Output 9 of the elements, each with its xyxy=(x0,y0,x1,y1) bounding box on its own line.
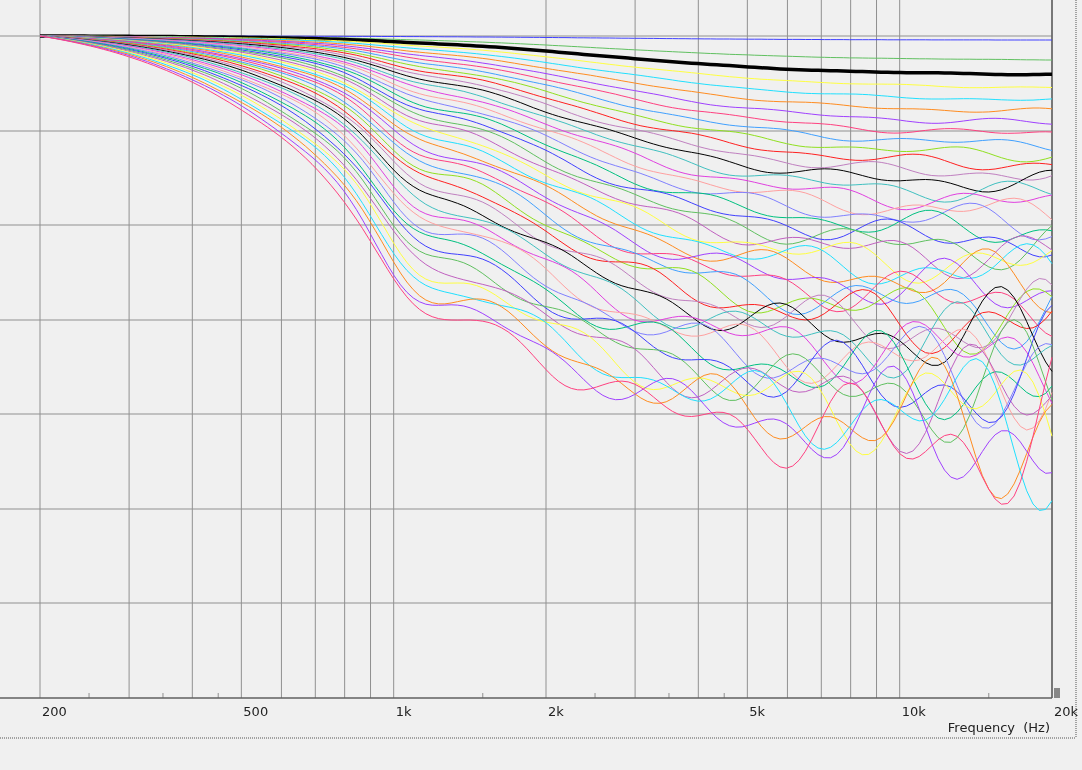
axis-tick-label: 200 xyxy=(42,704,67,719)
axis-tick-label: 500 xyxy=(243,704,269,719)
axis-tick-label: 5k xyxy=(749,704,766,719)
axis-tick-label: 1k xyxy=(395,704,412,719)
axis-title: Frequency (Hz) xyxy=(947,720,1050,735)
axis-tick-label: 10k xyxy=(901,704,926,719)
axis-tick-label: 2k xyxy=(548,704,564,719)
marker-icon xyxy=(1054,688,1060,698)
axis-tick-label: 20k xyxy=(1054,704,1079,719)
